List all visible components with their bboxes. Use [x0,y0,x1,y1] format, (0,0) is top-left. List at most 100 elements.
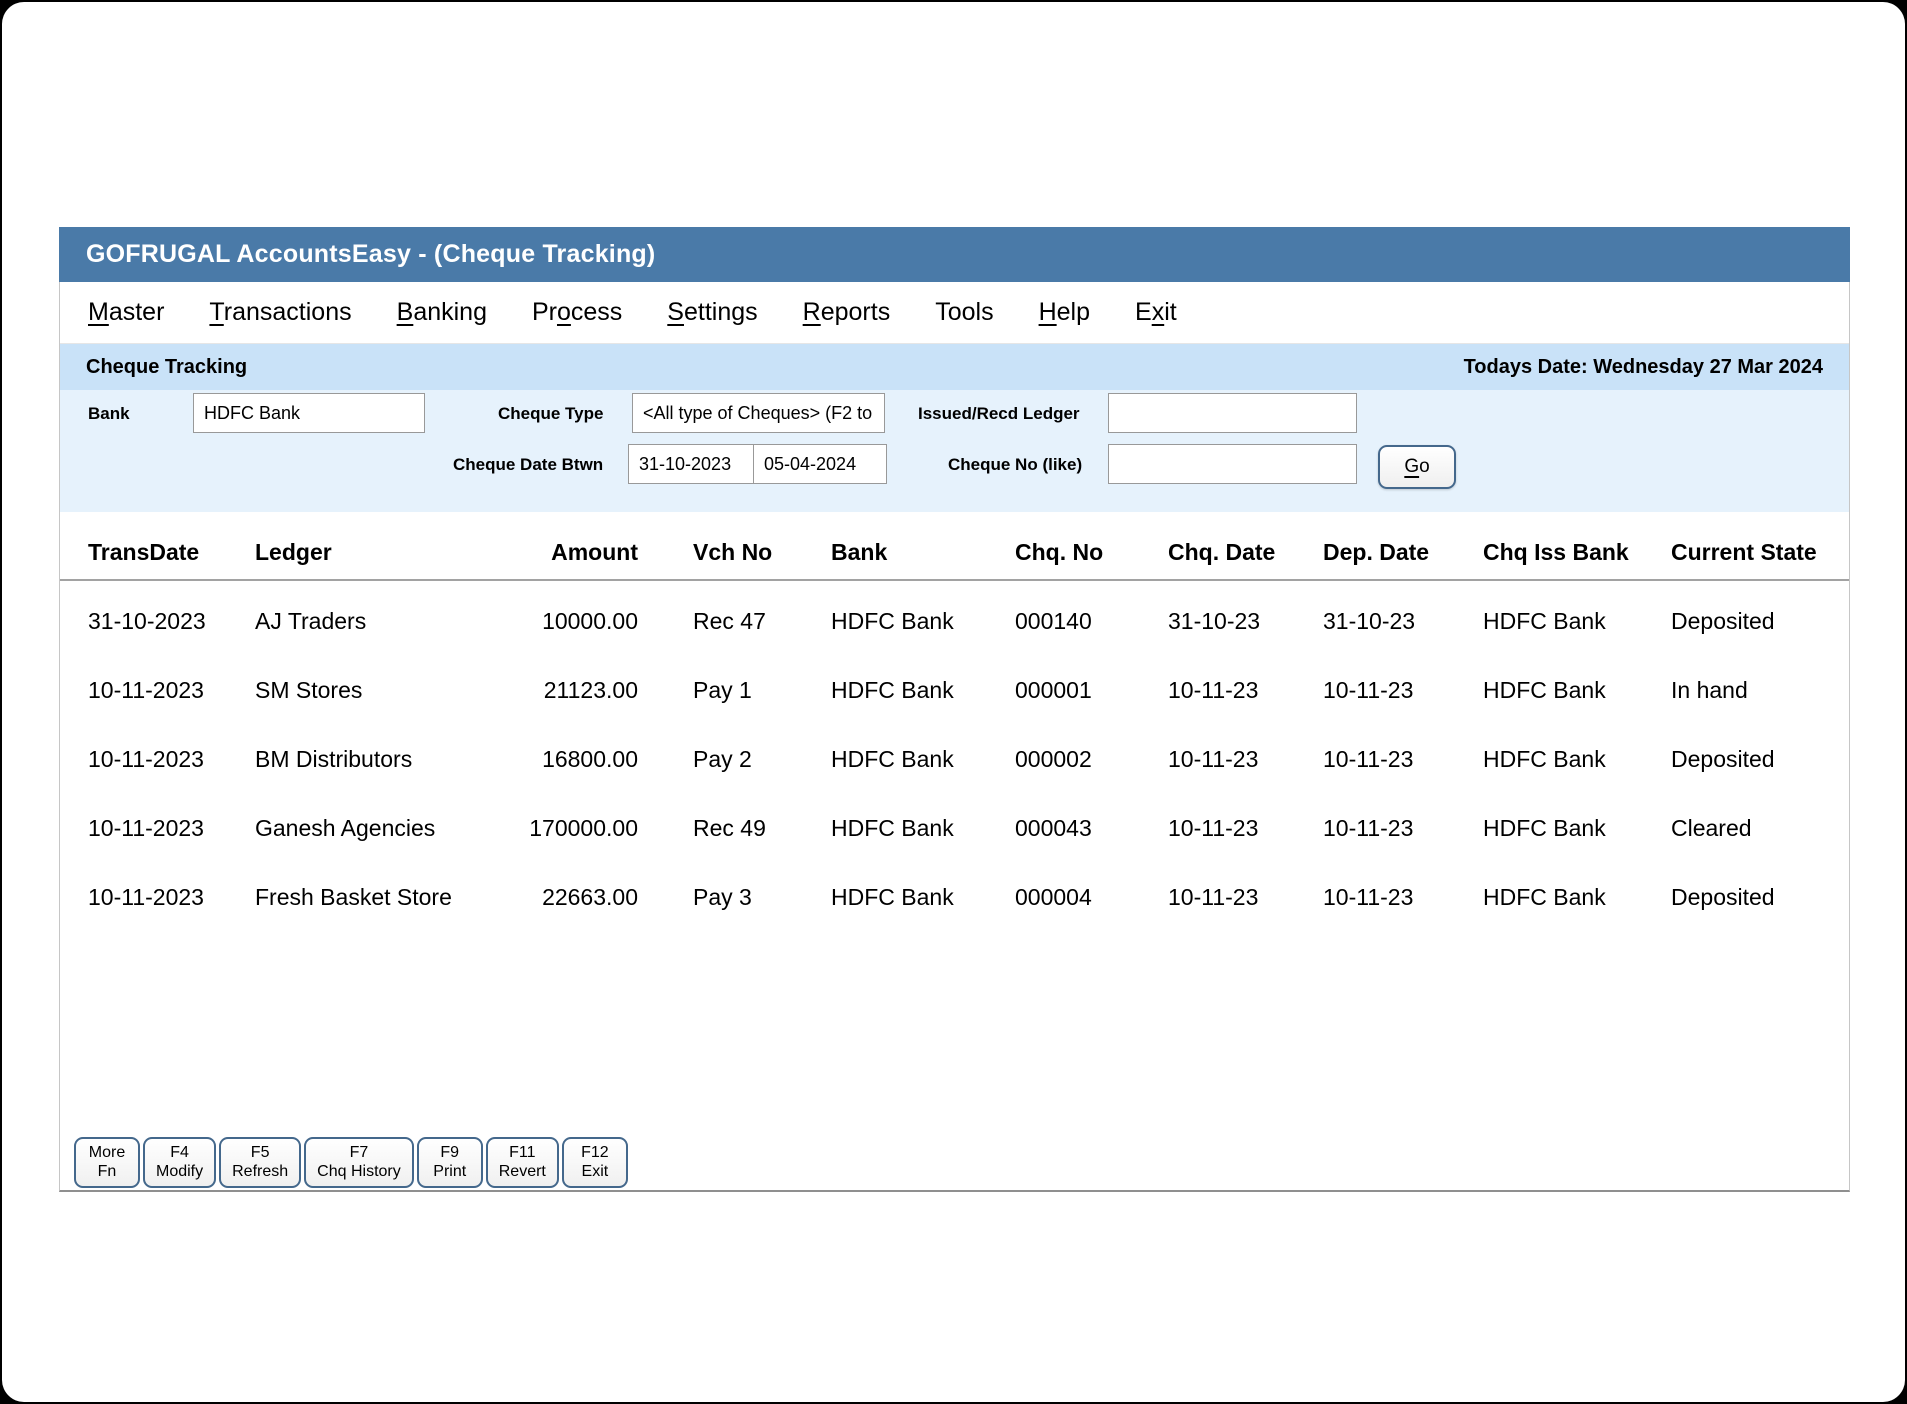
menu-item-exit[interactable]: Exit [1135,298,1177,327]
fn-line2: Fn [87,1163,127,1181]
fn-line2: Modify [156,1163,203,1181]
menu-item-reports[interactable]: Reports [803,298,891,327]
cell-ledger: Fresh Basket Store [255,884,480,911]
cell-transdate: 31-10-2023 [88,608,255,635]
cell-bank: HDFC Bank [831,608,1015,635]
cell-transdate: 10-11-2023 [88,884,255,911]
go-rest: o [1419,456,1430,477]
table-row[interactable]: 10-11-2023 BM Distributors 16800.00 Pay … [60,725,1849,794]
cheque-no-input[interactable] [1108,444,1357,484]
cell-transdate: 10-11-2023 [88,677,255,704]
column-header-bank: Bank [831,539,1015,566]
cheque-date-to-input[interactable] [753,444,887,484]
cheque-date-from-input[interactable] [628,444,754,484]
column-header-amount: Amount [480,539,638,566]
issued-recd-ledger-input[interactable] [1108,393,1357,433]
menu-accel: B [397,298,414,326]
menu-text: eports [821,298,890,326]
bank-input[interactable] [193,393,425,433]
menu-item-settings[interactable]: Settings [667,298,757,327]
issued-recd-ledger-label: Issued/Recd Ledger [918,404,1080,424]
fn-line2: Print [430,1163,470,1181]
menu-item-master[interactable]: Master [88,298,164,327]
cell-chqno: 000140 [1015,608,1168,635]
menu-text: Tools [935,298,993,326]
column-header-chqdate: Chq. Date [1168,539,1323,566]
cell-currentstate: Deposited [1671,884,1849,911]
cell-chqdate: 31-10-23 [1168,608,1323,635]
column-header-transdate: TransDate [88,539,255,566]
fn-line1: More [87,1144,127,1162]
table-row[interactable]: 31-10-2023 AJ Traders 10000.00 Rec 47 HD… [60,587,1849,656]
f5-refresh-button[interactable]: F5Refresh [219,1137,301,1188]
f7-chq-history-button[interactable]: F7Chq History [304,1137,414,1188]
column-header-vchno: Vch No [638,539,831,566]
table-row[interactable]: 10-11-2023 Fresh Basket Store 22663.00 P… [60,863,1849,932]
filter-panel: Bank Cheque Type Issued/Recd Ledger Cheq… [60,390,1849,512]
bank-label: Bank [88,404,130,424]
screen-header-bar: Cheque Tracking Todays Date: Wednesday 2… [60,344,1849,390]
cell-chqno: 000002 [1015,746,1168,773]
cell-chqdate: 10-11-23 [1168,884,1323,911]
menu-accel: o [557,298,571,326]
menu-item-help[interactable]: Help [1039,298,1090,327]
cell-chqdate: 10-11-23 [1168,746,1323,773]
cell-amount: 16800.00 [480,746,638,773]
cell-ledger: AJ Traders [255,608,480,635]
cell-depdate: 10-11-23 [1323,677,1483,704]
menu-item-transactions[interactable]: Transactions [209,298,351,327]
cell-chqissbank: HDFC Bank [1483,608,1671,635]
f9-print-button[interactable]: F9Print [417,1137,483,1188]
desktop-page: GOFRUGAL AccountsEasy - (Cheque Tracking… [2,2,1905,1402]
f4-modify-button[interactable]: F4Modify [143,1137,216,1188]
fn-line1: F7 [317,1144,401,1162]
cell-depdate: 10-11-23 [1323,815,1483,842]
cell-transdate: 10-11-2023 [88,815,255,842]
more-fn-button[interactable]: MoreFn [74,1137,140,1188]
cell-transdate: 10-11-2023 [88,746,255,773]
table-row[interactable]: 10-11-2023 SM Stores 21123.00 Pay 1 HDFC… [60,656,1849,725]
f11-revert-button[interactable]: F11Revert [486,1137,559,1188]
menu-bar: Master Transactions Banking Process Sett… [60,282,1849,344]
menu-text: E [1135,298,1152,326]
menu-text: ettings [684,298,758,326]
cell-currentstate: Deposited [1671,746,1849,773]
menu-accel: M [88,298,109,326]
menu-text: it [1164,298,1177,326]
cell-chqno: 000043 [1015,815,1168,842]
cell-vchno: Rec 49 [638,815,831,842]
todays-date: Todays Date: Wednesday 27 Mar 2024 [1464,356,1823,379]
menu-accel: x [1152,298,1165,326]
menu-item-tools[interactable]: Tools [935,298,993,327]
cell-bank: HDFC Bank [831,884,1015,911]
menu-item-process[interactable]: Process [532,298,622,327]
cell-chqissbank: HDFC Bank [1483,815,1671,842]
table-row[interactable]: 10-11-2023 Ganesh Agencies 170000.00 Rec… [60,794,1849,863]
menu-item-banking[interactable]: Banking [397,298,487,327]
cell-currentstate: Cleared [1671,815,1849,842]
table-header-row: TransDate Ledger Amount Vch No Bank Chq.… [60,525,1849,581]
menu-accel: T [209,298,223,326]
cell-chqissbank: HDFC Bank [1483,884,1671,911]
screen-title: Cheque Tracking [86,356,247,379]
f12-exit-button[interactable]: F12Exit [562,1137,628,1188]
cell-amount: 22663.00 [480,884,638,911]
cheque-type-input[interactable] [632,393,885,433]
fn-line2: Refresh [232,1163,288,1181]
cell-chqissbank: HDFC Bank [1483,677,1671,704]
fn-line1: F5 [232,1144,288,1162]
cell-ledger: Ganesh Agencies [255,815,480,842]
cell-depdate: 10-11-23 [1323,746,1483,773]
cell-vchno: Rec 47 [638,608,831,635]
cell-ledger: SM Stores [255,677,480,704]
fn-line1: F9 [430,1144,470,1162]
column-header-ledger: Ledger [255,539,480,566]
menu-text: elp [1057,298,1090,326]
cell-ledger: BM Distributors [255,746,480,773]
cell-chqno: 000001 [1015,677,1168,704]
fn-line2: Revert [499,1163,546,1181]
menu-text: anking [413,298,487,326]
function-key-bar: MoreFn F4Modify F5Refresh F7Chq History … [74,1137,628,1188]
go-button[interactable]: Go [1378,445,1456,489]
cell-amount: 21123.00 [480,677,638,704]
